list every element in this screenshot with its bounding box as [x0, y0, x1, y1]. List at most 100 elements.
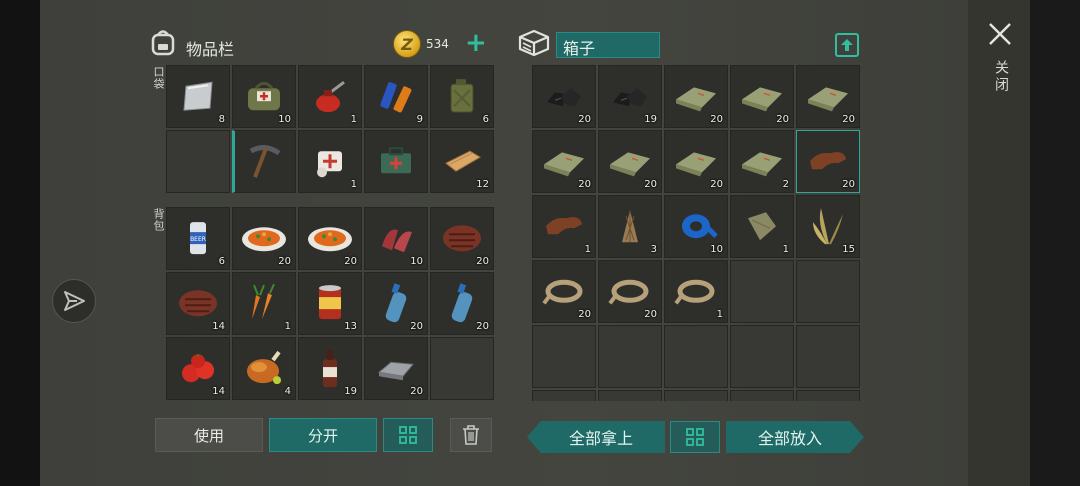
- slot-rope[interactable]: 20: [598, 260, 662, 323]
- item-count: 19: [344, 386, 357, 397]
- empty-slot[interactable]: [664, 325, 728, 388]
- slot-tomatoes[interactable]: 14: [166, 337, 230, 400]
- slot-cloth[interactable]: 20: [598, 130, 662, 193]
- item-count: 10: [278, 114, 291, 125]
- box-name-field[interactable]: 箱子: [556, 32, 660, 58]
- slot-jerrycan[interactable]: 6: [430, 65, 494, 128]
- tomatoes-icon: [182, 353, 214, 382]
- delete-button[interactable]: [450, 418, 492, 452]
- slot-cloth[interactable]: 20: [532, 130, 596, 193]
- item-count: 14: [212, 321, 225, 332]
- item-count: 6: [218, 256, 225, 267]
- slot-batteries[interactable]: 9: [364, 65, 428, 128]
- put-all-button[interactable]: 全部放入: [726, 421, 864, 453]
- slot-raw-meat-strips[interactable]: 10: [364, 207, 428, 270]
- empty-slot[interactable]: [796, 390, 860, 401]
- item-count: 15: [842, 244, 855, 255]
- steak-icon: [443, 224, 481, 251]
- slot-bandage[interactable]: 1: [298, 130, 362, 193]
- slot-vegetable-stew[interactable]: 20: [298, 207, 362, 270]
- slot-water-bottle[interactable]: 20: [430, 272, 494, 335]
- empty-slot[interactable]: [598, 390, 662, 401]
- slot-canned-food[interactable]: 13: [298, 272, 362, 335]
- close-icon[interactable]: [988, 22, 1012, 46]
- item-count: 20: [842, 179, 855, 190]
- empty-slot[interactable]: [796, 325, 860, 388]
- slot-leather[interactable]: 1: [532, 195, 596, 258]
- slot-cloth[interactable]: 2: [730, 130, 794, 193]
- upload-button[interactable]: [835, 33, 859, 57]
- slot-canvas-patch[interactable]: 1: [730, 195, 794, 258]
- roast-chicken-icon: [247, 350, 281, 384]
- coal-icon: [613, 87, 647, 106]
- slot-cloth[interactable]: 20: [730, 65, 794, 128]
- empty-slot[interactable]: [730, 325, 794, 388]
- slot-leather[interactable]: 20: [796, 130, 860, 193]
- item-count: 14: [212, 386, 225, 397]
- metal-sheet-icon: [183, 81, 213, 111]
- item-count: 20: [842, 114, 855, 125]
- slot-oil-can[interactable]: 1: [298, 65, 362, 128]
- sauce-bottle-icon: [323, 349, 337, 387]
- item-count: 19: [644, 114, 657, 125]
- wooden-plank-icon: [445, 150, 481, 172]
- slot-vegetable-stew[interactable]: 20: [232, 207, 296, 270]
- cloth-icon: [742, 86, 782, 111]
- take-all-button[interactable]: 全部拿上: [527, 421, 665, 453]
- carrots-icon: [252, 283, 275, 319]
- leather-icon: [546, 216, 582, 234]
- steak-icon: [179, 289, 217, 316]
- slot-rope[interactable]: 20: [532, 260, 596, 323]
- slot-metal-sheet[interactable]: 8: [166, 65, 230, 128]
- item-count: 20: [578, 309, 591, 320]
- item-count: 1: [284, 321, 291, 332]
- empty-slot[interactable]: [166, 130, 230, 193]
- empty-slot[interactable]: [598, 325, 662, 388]
- slot-iron-ingot[interactable]: 20: [364, 337, 428, 400]
- empty-slot[interactable]: [730, 260, 794, 323]
- slot-coal[interactable]: 20: [532, 65, 596, 128]
- slot-fiber-bundle[interactable]: 3: [598, 195, 662, 258]
- use-button[interactable]: 使用: [155, 418, 263, 452]
- item-count: 20: [476, 321, 489, 332]
- slot-steak[interactable]: 20: [430, 207, 494, 270]
- slot-coal[interactable]: 19: [598, 65, 662, 128]
- empty-slot[interactable]: [796, 260, 860, 323]
- slot-sauce-bottle[interactable]: 19: [298, 337, 362, 400]
- slot-beer-can[interactable]: BEER 6: [166, 207, 230, 270]
- slot-cloth[interactable]: 20: [664, 65, 728, 128]
- add-coins-button[interactable]: +: [465, 30, 487, 56]
- slot-first-aid-kit[interactable]: [364, 130, 428, 193]
- backpack-grid: BEER 6 20 20 10 20 14 1 13 20 20 14 4 19 20: [166, 207, 494, 400]
- bandage-icon: [317, 150, 342, 177]
- empty-slot[interactable]: [532, 325, 596, 388]
- slot-water-bottle[interactable]: 20: [364, 272, 428, 335]
- sort-inventory-button[interactable]: [383, 418, 433, 452]
- water-bottle-icon: [451, 282, 473, 322]
- empty-slot[interactable]: [532, 390, 596, 401]
- coal-icon: [547, 87, 581, 106]
- rope-icon: [674, 279, 715, 304]
- slot-rope[interactable]: 1: [664, 260, 728, 323]
- navigation-button[interactable]: [52, 279, 96, 323]
- empty-slot[interactable]: [430, 337, 494, 400]
- slot-duct-tape[interactable]: 10: [664, 195, 728, 258]
- slot-pickaxe[interactable]: [232, 130, 296, 193]
- sort-box-button[interactable]: [670, 421, 720, 453]
- split-button[interactable]: 分开: [269, 418, 377, 452]
- screen-edge-left: [0, 0, 40, 486]
- slot-cloth[interactable]: 20: [664, 130, 728, 193]
- empty-slot[interactable]: [730, 390, 794, 401]
- slot-plant-leaves[interactable]: 15: [796, 195, 860, 258]
- empty-slot[interactable]: [664, 390, 728, 401]
- close-label[interactable]: 关闭: [991, 60, 1011, 94]
- slot-medical-bag[interactable]: 10: [232, 65, 296, 128]
- slot-wooden-plank[interactable]: 12: [430, 130, 494, 193]
- slot-cloth[interactable]: 20: [796, 65, 860, 128]
- item-count: 20: [644, 309, 657, 320]
- slot-roast-chicken[interactable]: 4: [232, 337, 296, 400]
- slot-steak[interactable]: 14: [166, 272, 230, 335]
- jerrycan-icon: [450, 78, 474, 113]
- slot-carrots[interactable]: 1: [232, 272, 296, 335]
- item-count: 6: [482, 114, 489, 125]
